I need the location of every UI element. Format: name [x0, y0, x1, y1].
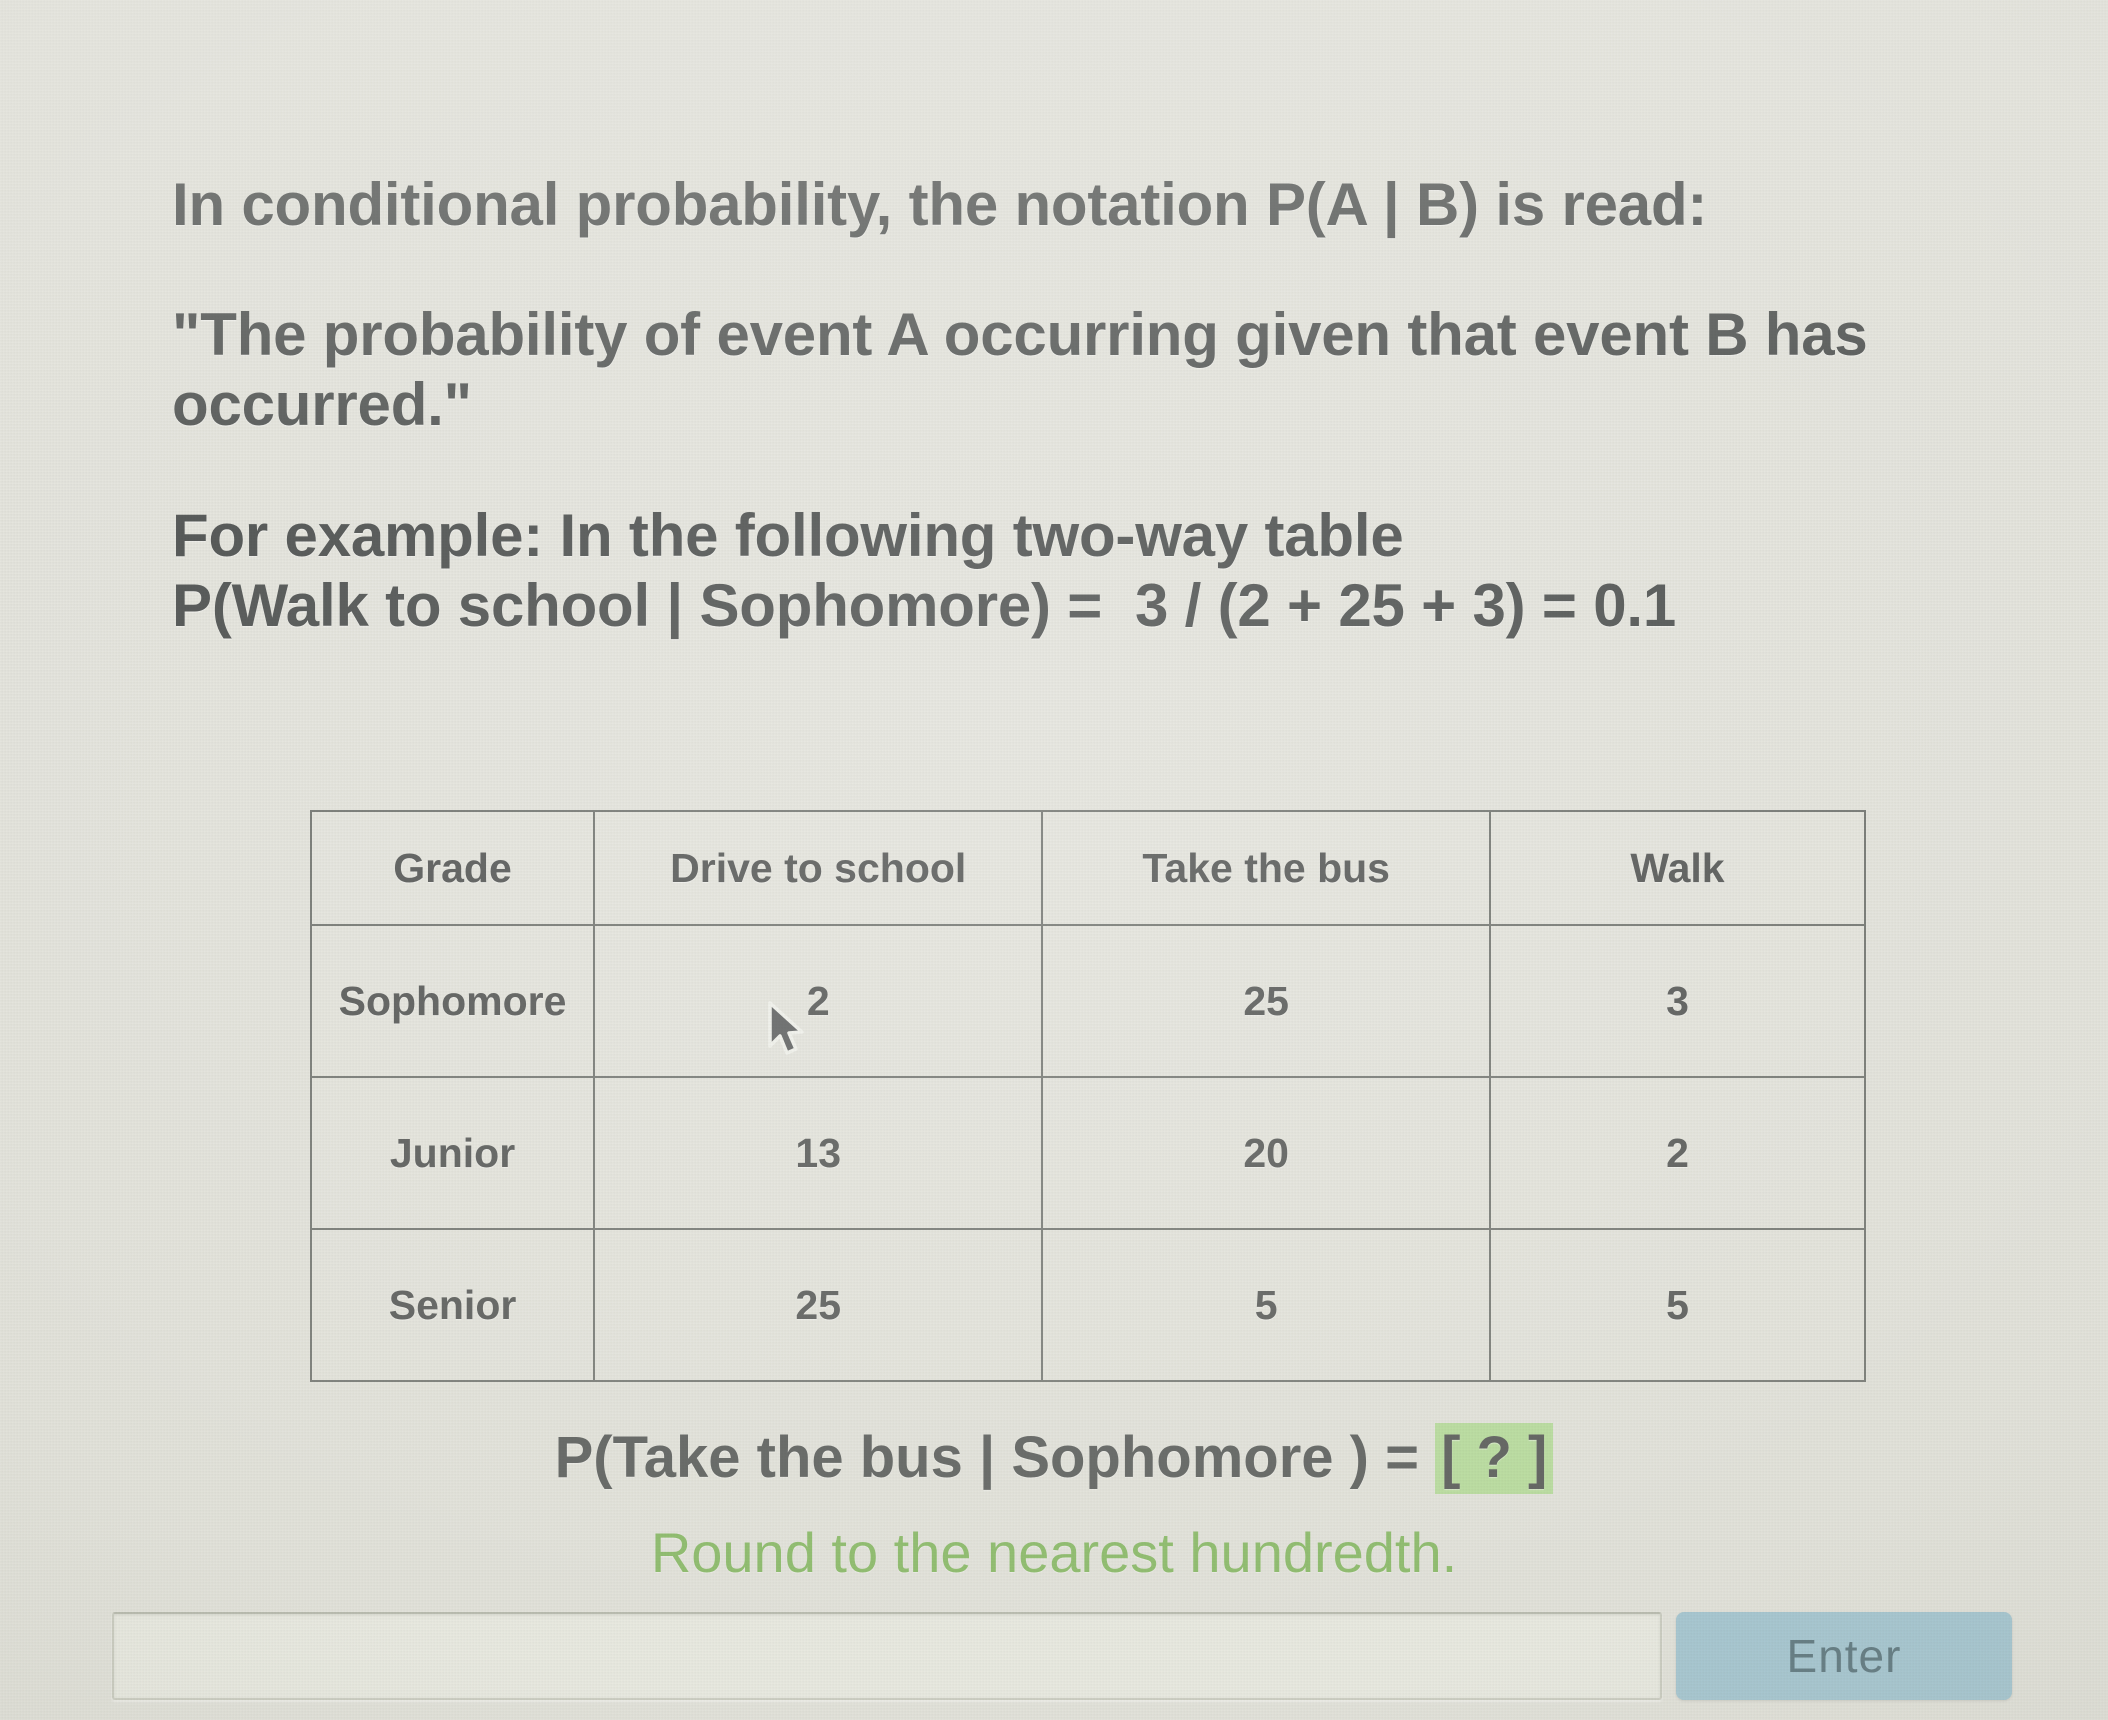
- lesson-prose: In conditional probability, the notation…: [172, 170, 2072, 641]
- two-way-table: Grade Drive to school Take the bus Walk …: [309, 810, 1867, 1382]
- cell-grade-junior: Junior: [309, 1076, 596, 1230]
- rounding-instruction: Round to the nearest hundredth.: [650, 1521, 1458, 1584]
- prose-spacer-2: [172, 441, 2072, 501]
- answer-input[interactable]: [112, 1612, 1662, 1700]
- cell-sophomore-bus: 25: [1041, 924, 1491, 1078]
- cell-senior-drive: 25: [593, 1228, 1044, 1382]
- table-header-row: Grade Drive to school Take the bus Walk: [309, 810, 1867, 926]
- prose-line-1-suffix: is read:: [1478, 171, 1708, 238]
- cell-senior-bus: 5: [1041, 1228, 1491, 1382]
- table-row: Junior 13 20 2: [309, 1076, 1867, 1230]
- column-header-walk: Walk: [1488, 810, 1867, 926]
- prose-line-3: For example: In the following two-way ta…: [172, 501, 1404, 569]
- answer-bar: Enter: [112, 1612, 2012, 1710]
- column-header-drive-to-school: Drive to school: [593, 810, 1044, 926]
- prose-line-2: "The probability of event A occurring gi…: [172, 301, 1885, 439]
- cell-sophomore-walk: 3: [1488, 924, 1867, 1078]
- cell-senior-walk: 5: [1488, 1228, 1867, 1382]
- cell-grade-sophomore: Sophomore: [309, 924, 596, 1078]
- conditional-notation: P(A | B): [1265, 171, 1479, 238]
- answer-blank-placeholder: [ ? ]: [1435, 1423, 1554, 1494]
- cell-junior-drive: 13: [593, 1076, 1044, 1230]
- prose-spacer-1: [172, 240, 2072, 300]
- cell-junior-walk: 2: [1488, 1076, 1867, 1230]
- table-body: Sophomore 2 25 3 Junior 13 20 2 Senior 2…: [309, 924, 1867, 1382]
- table-row: Sophomore 2 25 3: [309, 924, 1867, 1078]
- column-header-grade: Grade: [309, 810, 596, 926]
- cell-grade-senior: Senior: [309, 1228, 596, 1382]
- question-text: P(Take the bus | Sophomore ) =: [554, 1425, 1436, 1490]
- prose-line-1-prefix: In conditional probability, the notation: [172, 171, 1266, 238]
- table-row: Senior 25 5 5: [309, 1228, 1867, 1382]
- question-prompt: P(Take the bus | Sophomore ) = [ ? ]: [0, 1423, 2108, 1494]
- enter-button[interactable]: Enter: [1676, 1612, 2012, 1700]
- prose-line-4: P(Walk to school | Sophomore) = 3 / (2 +…: [172, 571, 1677, 639]
- cell-sophomore-drive: 2: [593, 924, 1044, 1078]
- table-header: Grade Drive to school Take the bus Walk: [309, 810, 1867, 926]
- prose-line-1: In conditional probability, the notation…: [172, 170, 2072, 240]
- column-header-take-the-bus: Take the bus: [1041, 810, 1491, 926]
- cell-junior-bus: 20: [1041, 1076, 1491, 1230]
